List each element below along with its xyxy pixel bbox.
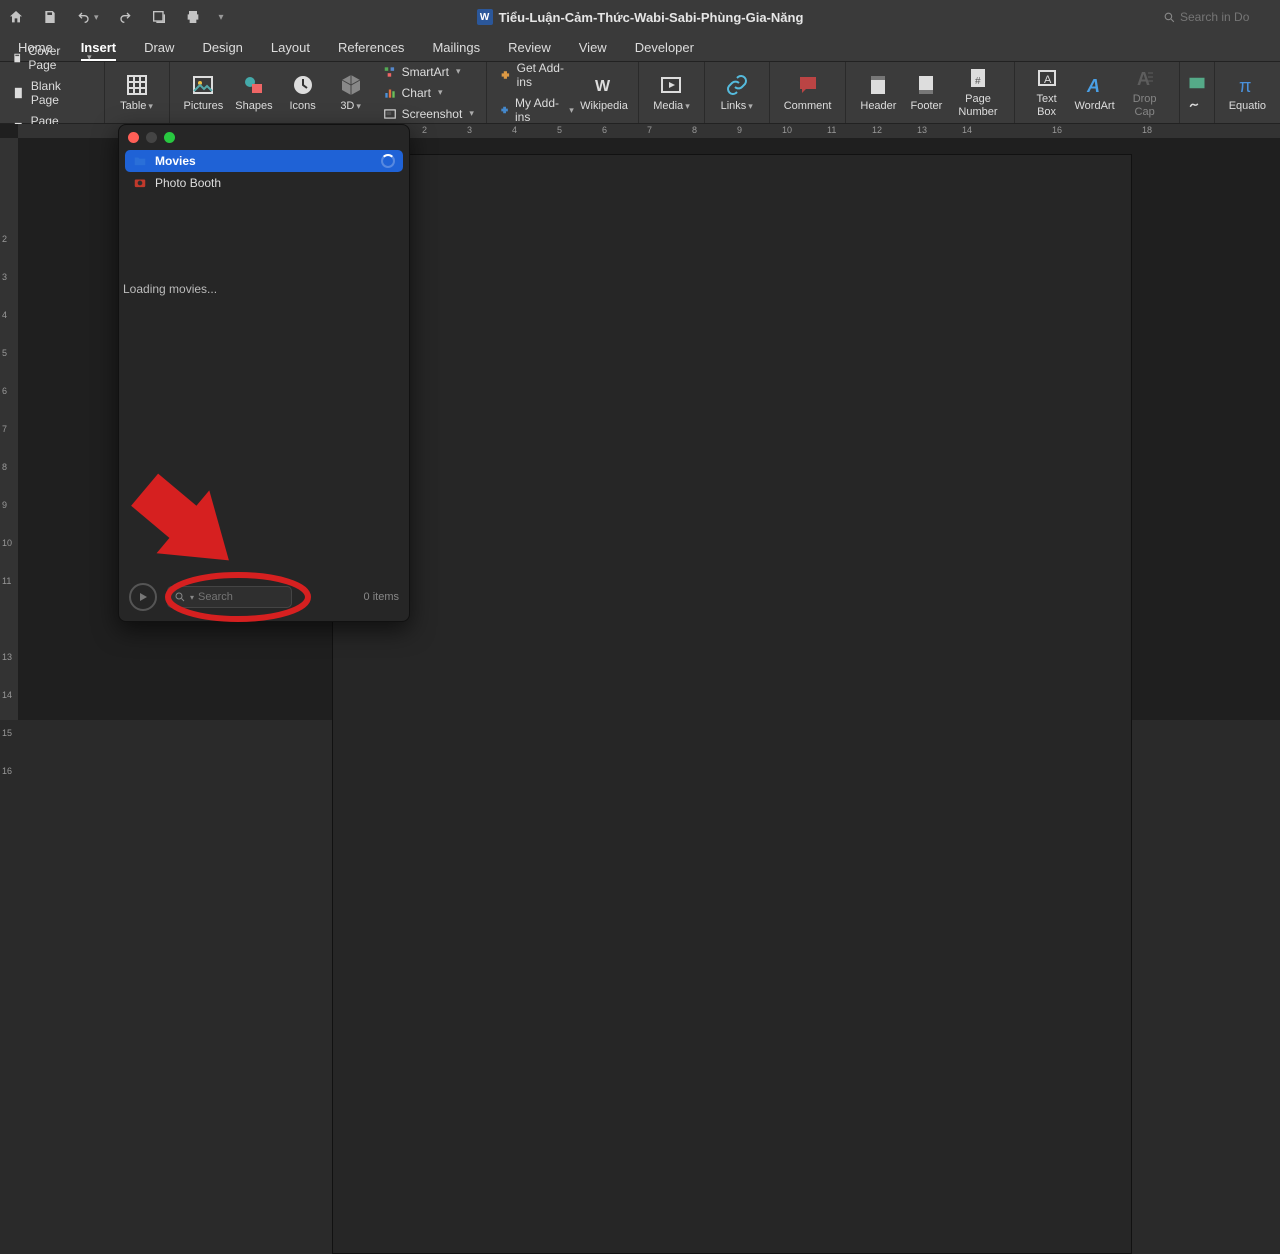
zoom-icon[interactable] bbox=[164, 132, 175, 143]
my-addins-button[interactable]: My Add-ins▾ bbox=[495, 94, 578, 126]
magnifier-icon bbox=[1163, 11, 1176, 24]
screenshot-button[interactable]: Screenshot▾ bbox=[379, 105, 478, 123]
search-field[interactable] bbox=[1163, 10, 1270, 24]
quickparts-icon[interactable] bbox=[1188, 76, 1206, 90]
dropcap-button[interactable]: ADrop Cap bbox=[1119, 64, 1171, 120]
svg-text:A: A bbox=[1137, 69, 1150, 89]
3dmodels-button[interactable]: 3D▾ bbox=[327, 71, 375, 115]
title-bar: ▾ ▾ W Tiểu-Luận-Cảm-Thức-Wabi-Sabi-Phùng… bbox=[0, 0, 1280, 34]
close-icon[interactable] bbox=[128, 132, 139, 143]
equation-button[interactable]: πEquatio bbox=[1223, 71, 1272, 115]
loading-text: Loading movies... bbox=[123, 282, 405, 296]
media-browser-popover: Movies Photo Booth Loading movies... ▾ 0… bbox=[118, 124, 410, 622]
cover-page-button[interactable]: Cover Page▾ bbox=[8, 42, 96, 74]
page-canvas[interactable] bbox=[332, 154, 1132, 1254]
word-app-icon: W bbox=[477, 9, 493, 25]
item-count: 0 items bbox=[364, 591, 399, 603]
footer-button[interactable]: Footer bbox=[902, 71, 950, 115]
tab-references[interactable]: References bbox=[338, 40, 404, 61]
redo-icon[interactable] bbox=[117, 9, 133, 25]
links-button[interactable]: Links▾ bbox=[713, 71, 761, 115]
ribbon-tabs: Home Insert Draw Design Layout Reference… bbox=[0, 34, 1280, 62]
media-content-area: Loading movies... bbox=[119, 194, 409, 573]
chart-button[interactable]: Chart▾ bbox=[379, 84, 478, 102]
smartart-button[interactable]: SmartArt▾ bbox=[379, 63, 478, 81]
table-button[interactable]: Table▾ bbox=[113, 71, 161, 115]
source-row-photobooth[interactable]: Photo Booth bbox=[125, 172, 403, 194]
undo-icon[interactable]: ▾ bbox=[76, 9, 99, 25]
svg-text:#: # bbox=[975, 76, 981, 87]
blank-page-button[interactable]: Blank Page bbox=[8, 77, 96, 109]
magnifier-icon bbox=[174, 591, 186, 603]
ribbon: Cover Page▾ Blank Page Page Break Table▾… bbox=[0, 62, 1280, 124]
shapes-button[interactable]: Shapes bbox=[229, 71, 278, 115]
page-number-button[interactable]: #Page Number bbox=[950, 64, 1005, 120]
source-row-movies[interactable]: Movies bbox=[125, 150, 403, 172]
wikipedia-button[interactable]: WWikipedia bbox=[578, 71, 630, 115]
minimize-icon[interactable] bbox=[146, 132, 157, 143]
qat-customize-icon[interactable]: ▾ bbox=[219, 12, 224, 23]
save-icon[interactable] bbox=[42, 9, 58, 25]
tab-view[interactable]: View bbox=[579, 40, 607, 61]
header-button[interactable]: Header bbox=[854, 71, 902, 115]
svg-text:W: W bbox=[595, 78, 611, 95]
home-icon[interactable] bbox=[8, 9, 24, 25]
comment-button[interactable]: Comment bbox=[778, 71, 838, 115]
tab-mailings[interactable]: Mailings bbox=[432, 40, 480, 61]
tab-design[interactable]: Design bbox=[202, 40, 242, 61]
document-area: 12345678910111213141618 2345678910111314… bbox=[0, 124, 1280, 720]
print-icon[interactable] bbox=[185, 9, 201, 25]
source-label: Movies bbox=[155, 154, 196, 168]
media-footer: ▾ 0 items bbox=[119, 573, 409, 621]
icons-button[interactable]: Icons bbox=[279, 71, 327, 115]
media-search-field[interactable]: ▾ bbox=[167, 586, 292, 608]
vertical-ruler[interactable]: 23456789101113141516 bbox=[0, 138, 18, 720]
chevron-down-icon[interactable]: ▾ bbox=[190, 593, 194, 602]
tab-review[interactable]: Review bbox=[508, 40, 551, 61]
touch-mode-icon[interactable] bbox=[151, 9, 167, 25]
tab-developer[interactable]: Developer bbox=[635, 40, 694, 61]
folder-icon bbox=[133, 154, 147, 168]
source-label: Photo Booth bbox=[155, 176, 221, 190]
photobooth-icon bbox=[133, 176, 147, 190]
svg-text:A: A bbox=[1086, 76, 1100, 96]
pictures-button[interactable]: Pictures bbox=[178, 71, 230, 115]
tab-layout[interactable]: Layout bbox=[271, 40, 310, 61]
window-controls bbox=[119, 125, 409, 150]
media-button[interactable]: Media▾ bbox=[647, 71, 696, 115]
play-button[interactable] bbox=[129, 583, 157, 611]
wordart-button[interactable]: AWordArt bbox=[1071, 71, 1119, 115]
textbox-button[interactable]: AText Box bbox=[1023, 64, 1071, 120]
search-input[interactable] bbox=[1180, 10, 1270, 24]
tab-draw[interactable]: Draw bbox=[144, 40, 174, 61]
svg-text:A: A bbox=[1044, 74, 1052, 86]
media-search-input[interactable] bbox=[198, 591, 278, 603]
signature-icon[interactable] bbox=[1188, 96, 1206, 110]
loading-spinner-icon bbox=[381, 154, 395, 168]
source-list: Movies Photo Booth bbox=[119, 150, 409, 194]
get-addins-button[interactable]: Get Add-ins bbox=[495, 59, 578, 91]
svg-text:π: π bbox=[1239, 76, 1251, 96]
